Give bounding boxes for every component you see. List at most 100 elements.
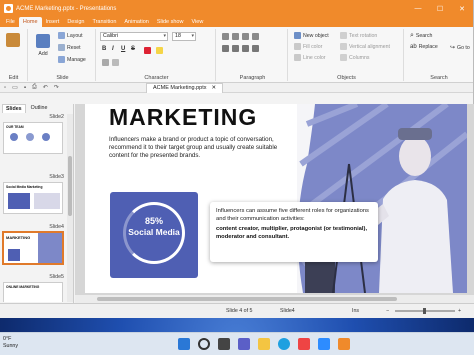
replace-button[interactable]: ab Replace <box>410 44 438 50</box>
edit-group: Edit <box>0 29 28 81</box>
maximize-button[interactable]: ☐ <box>429 5 451 13</box>
influencer-photo <box>297 104 467 293</box>
highlight-icon[interactable] <box>156 47 163 54</box>
document-tab[interactable]: ACME Marketing.pptx ✕ <box>146 83 224 93</box>
underline-button[interactable]: U <box>121 46 125 52</box>
manage-button[interactable]: Manage <box>58 56 86 63</box>
align-right-icon[interactable] <box>242 45 249 52</box>
tab-slide-show[interactable]: Slide show <box>153 17 188 27</box>
document-tab-close-icon[interactable]: ✕ <box>212 84 217 93</box>
slide-pane-tabs: Slides Outline <box>0 104 73 113</box>
slide-thumbnail-3[interactable]: Social Media Marketing <box>3 182 63 214</box>
align-center-icon[interactable] <box>232 45 239 52</box>
scrollbar-thumb[interactable] <box>68 156 72 216</box>
edge-icon[interactable] <box>278 338 290 350</box>
scrollbar-thumb[interactable] <box>97 297 397 301</box>
tab-view[interactable]: View <box>187 17 207 27</box>
font-family-select[interactable]: Calibri <box>100 32 168 41</box>
zoom-slider-knob[interactable] <box>423 308 426 314</box>
photo-illustration <box>297 104 467 293</box>
tab-transition[interactable]: Transition <box>88 17 120 27</box>
font-size-select[interactable]: 18 <box>172 32 196 41</box>
strikethrough-button[interactable]: S <box>131 46 135 52</box>
font-color-icon[interactable] <box>144 47 151 54</box>
line-color-button[interactable]: Line color <box>294 54 326 61</box>
close-button[interactable]: ✕ <box>451 5 473 13</box>
text-rotation-icon <box>340 32 347 39</box>
zoom-slider[interactable] <box>395 308 455 314</box>
zoom-icon[interactable] <box>318 338 330 350</box>
new-object-button[interactable]: New object <box>294 32 329 39</box>
intro-paragraph[interactable]: Influencers make a brand or product a to… <box>109 136 279 160</box>
new-document-icon[interactable]: ▫ <box>4 85 6 91</box>
slide-pane-scrollbar[interactable] <box>67 114 73 302</box>
slide-canvas[interactable]: MARKETING Influencers make a brand or pr… <box>85 104 467 293</box>
slide-group-label: Slide <box>56 75 69 81</box>
slide-group: Add Layout Reset Manage Slide <box>30 29 96 81</box>
slide-thumbnail-4[interactable]: MARKETING <box>3 232 63 264</box>
objects-group: New object Fill color Line color Text ro… <box>290 29 404 81</box>
store-icon[interactable] <box>298 338 310 350</box>
slide-headline[interactable]: MARKETING <box>109 104 257 131</box>
fill-color-icon <box>294 43 301 50</box>
text-rotation-button[interactable]: Text rotation <box>340 32 377 39</box>
line-color-label: Line color <box>303 54 326 61</box>
search-icon[interactable] <box>198 338 210 350</box>
slide-label: Slide5 <box>49 274 64 280</box>
goto-label: Go to <box>457 44 470 51</box>
print-icon[interactable]: ⎙ <box>32 84 37 91</box>
tab-outline[interactable]: Outline <box>28 104 51 113</box>
decrease-indent-icon[interactable] <box>242 33 249 40</box>
chat-icon[interactable] <box>238 338 250 350</box>
tab-file[interactable]: File <box>2 17 19 27</box>
tab-slides[interactable]: Slides <box>2 104 26 113</box>
title-bar: ACME Marketing.pptx - Presentations — ☐ … <box>0 0 473 17</box>
reset-button[interactable]: Reset <box>58 44 81 51</box>
search-icon: ⌕ <box>410 32 414 39</box>
paste-icon <box>6 33 20 47</box>
task-view-icon[interactable] <box>218 338 230 350</box>
align-left-icon[interactable] <box>222 45 229 52</box>
slide-thumbnail-5[interactable]: ONLINE MARKETING <box>3 282 63 302</box>
presentations-icon[interactable] <box>338 338 350 350</box>
numbering-icon[interactable] <box>232 33 239 40</box>
vertical-alignment-button[interactable]: Vertical alignment <box>340 43 390 50</box>
weather-widget[interactable]: 0°F Sunny <box>3 336 18 350</box>
ribbon-tabs: File Home Insert Design Transition Anima… <box>0 17 473 27</box>
replace-label: Replace <box>418 44 438 50</box>
tab-design[interactable]: Design <box>63 17 88 27</box>
justify-icon[interactable] <box>252 45 259 52</box>
search-button[interactable]: ⌕ Search <box>410 32 432 40</box>
zoom-in-icon[interactable]: + <box>458 308 461 314</box>
italic-button[interactable]: I <box>112 46 114 52</box>
slide-thumbnail-2[interactable]: OUR TEAM <box>3 122 63 154</box>
tab-insert[interactable]: Insert <box>42 17 64 27</box>
columns-button[interactable]: Columns <box>340 54 369 61</box>
save-icon[interactable]: ▪ <box>24 85 26 91</box>
start-icon[interactable] <box>178 338 190 350</box>
minimize-button[interactable]: — <box>407 5 429 12</box>
open-icon[interactable]: ▭ <box>12 84 18 91</box>
redo-icon[interactable]: ↷ <box>54 84 59 91</box>
tab-animation[interactable]: Animation <box>120 17 152 27</box>
horizontal-scrollbar[interactable] <box>75 295 474 303</box>
undo-icon[interactable]: ↶ <box>43 84 48 91</box>
grow-font-icon[interactable] <box>102 59 109 66</box>
fill-color-button[interactable]: Fill color <box>294 43 322 50</box>
callout-box[interactable]: Influencers can assume five different ro… <box>210 202 378 262</box>
zoom-out-icon[interactable]: − <box>386 308 389 314</box>
file-explorer-icon[interactable] <box>258 338 270 350</box>
tab-home[interactable]: Home <box>18 17 42 27</box>
bullets-icon[interactable] <box>222 33 229 40</box>
add-slide-button[interactable]: Add <box>36 34 50 57</box>
increase-indent-icon[interactable] <box>252 33 259 40</box>
bold-button[interactable]: B <box>102 46 106 52</box>
shrink-font-icon[interactable] <box>112 59 119 66</box>
layout-button[interactable]: Layout <box>58 32 83 39</box>
slide-label: Slide4 <box>49 224 64 230</box>
fill-color-label: Fill color <box>303 43 323 50</box>
goto-button[interactable]: ↪ Go to <box>450 44 470 52</box>
search-group: ⌕ Search ab Replace ↪ Go to Search <box>406 29 472 81</box>
paste-button[interactable] <box>6 33 20 48</box>
stat-card[interactable]: 85% Social Media <box>110 192 198 278</box>
